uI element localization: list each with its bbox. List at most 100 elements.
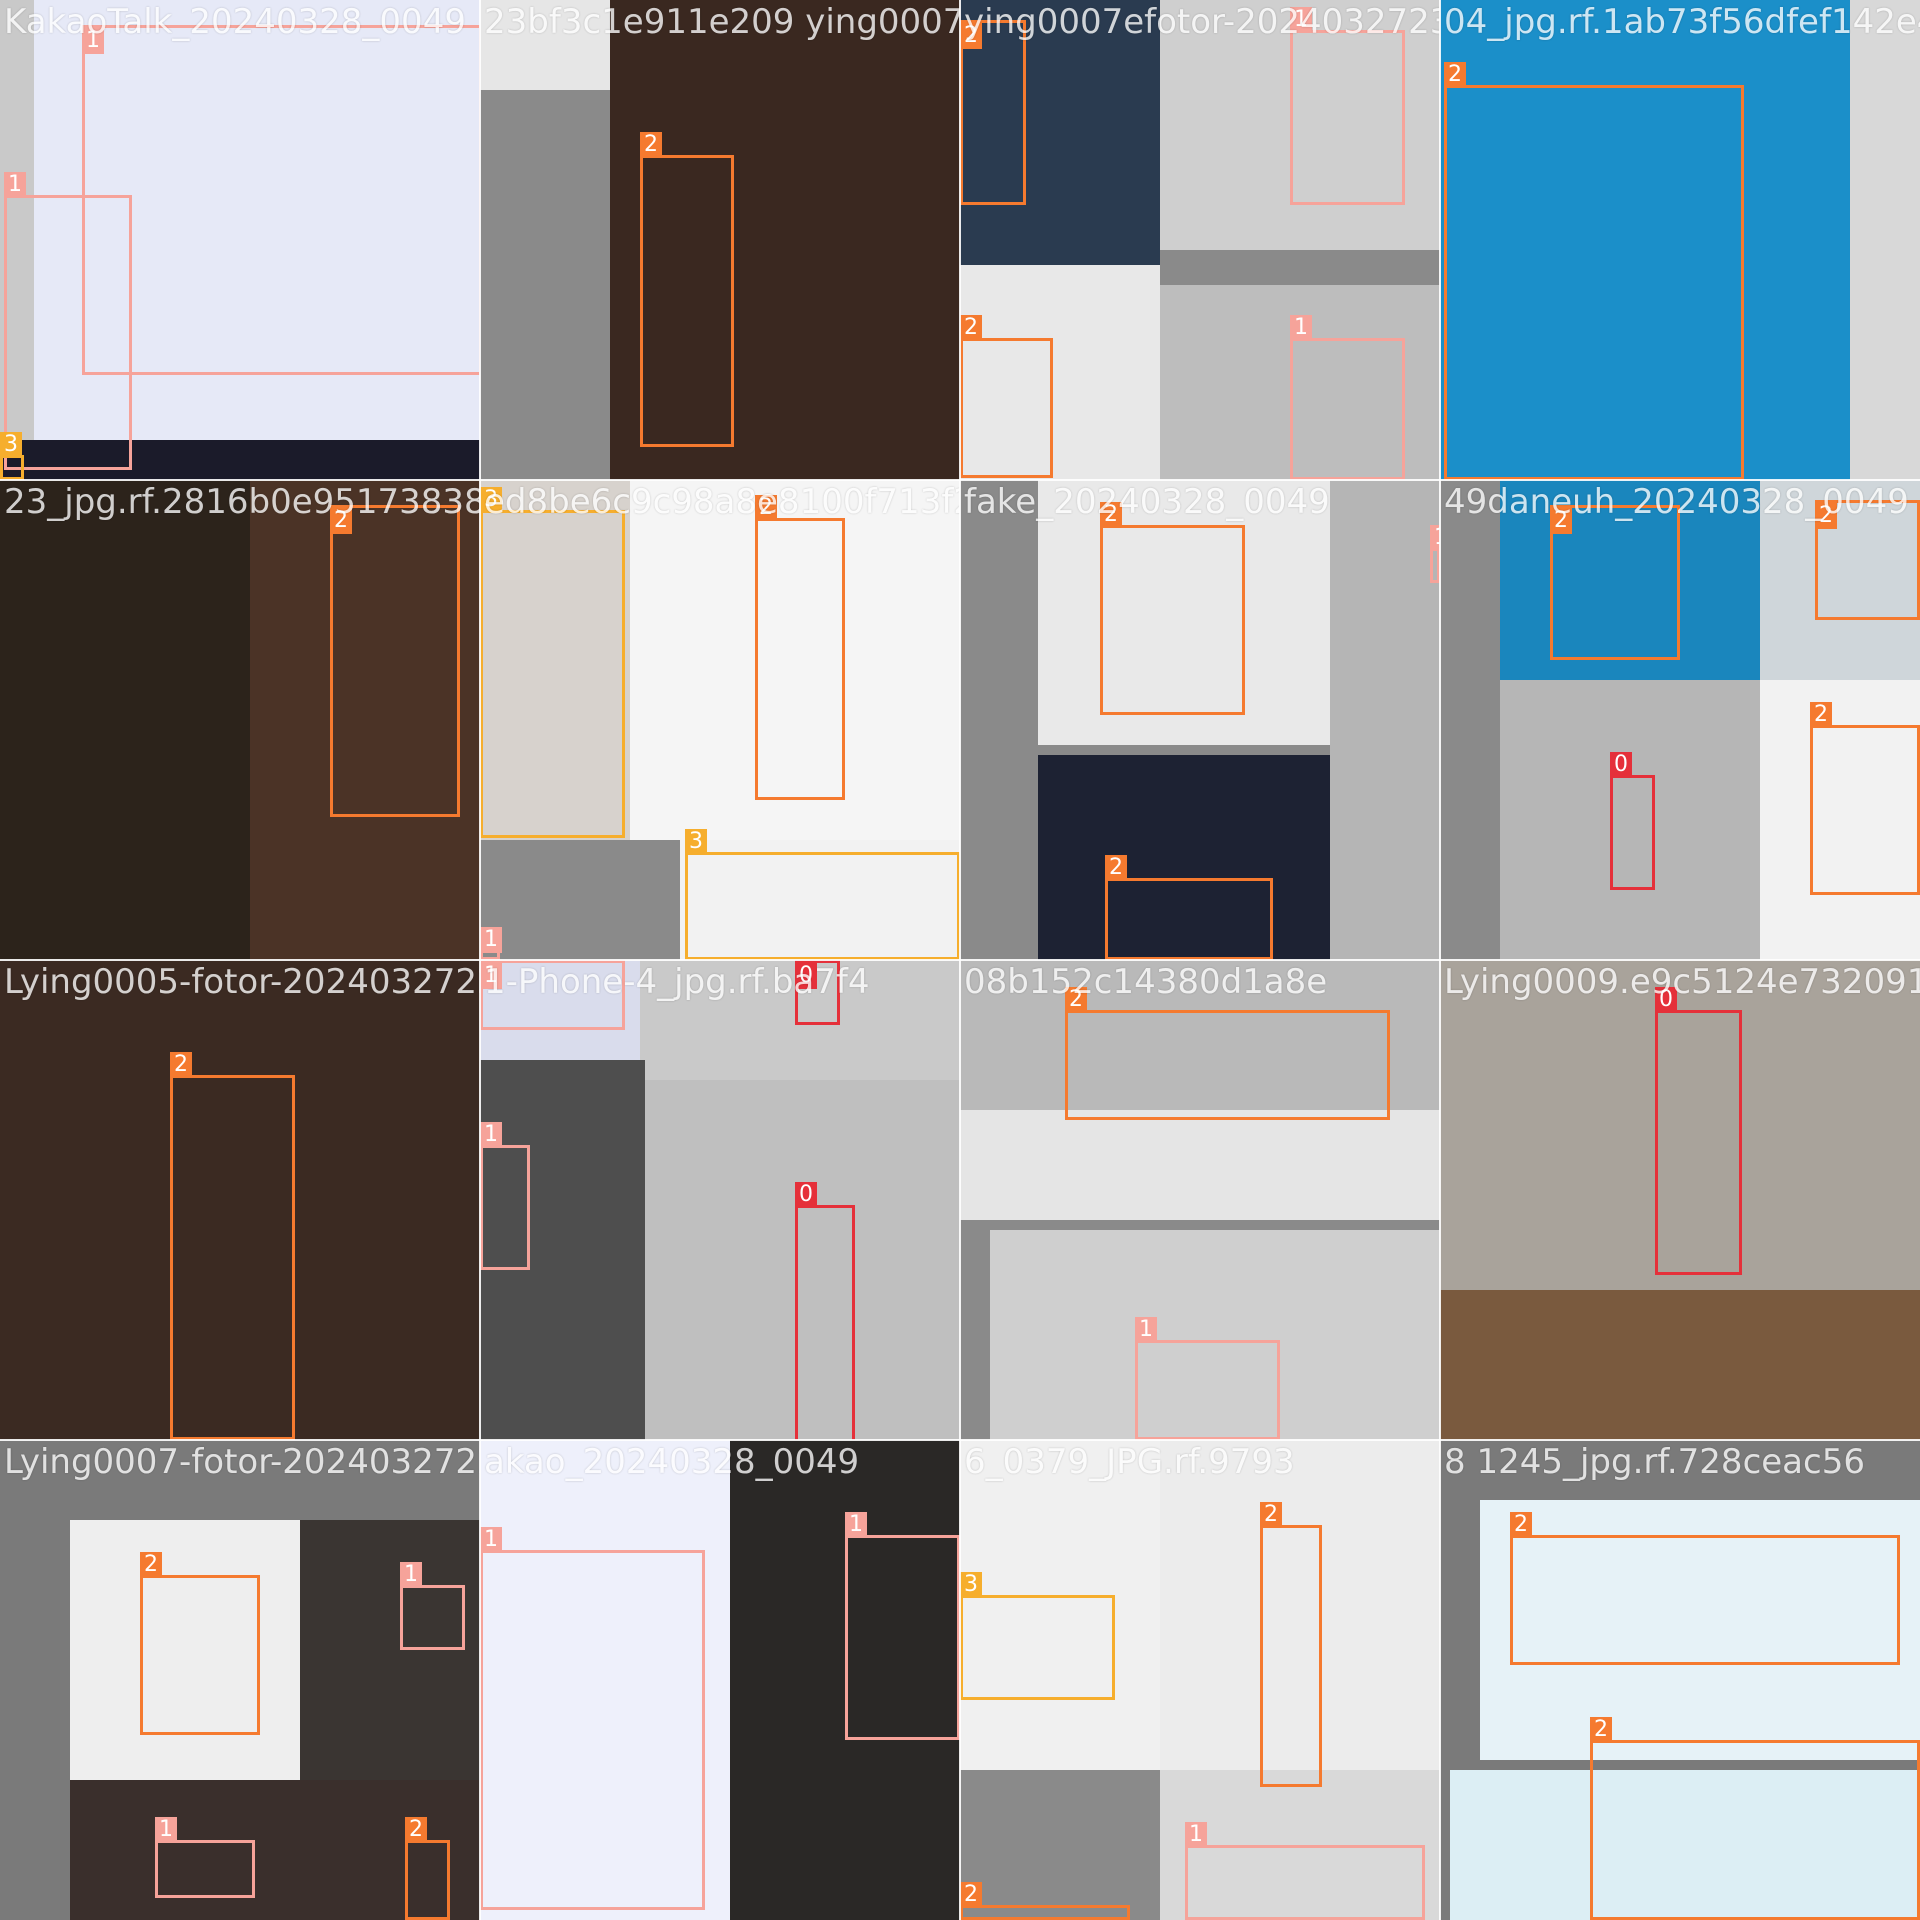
tile-divider xyxy=(0,1439,1920,1441)
bounding-box: 2 xyxy=(960,315,1053,478)
class-label: 1 xyxy=(1135,1317,1157,1343)
bounding-box: 2 xyxy=(1590,1717,1920,1920)
class-label: 2 xyxy=(960,315,982,341)
sub-image xyxy=(300,1520,480,1780)
bounding-box: 2 xyxy=(1260,1502,1322,1787)
bounding-box: 2 xyxy=(1550,505,1680,660)
mosaic-tile: 2 04_jpg.rf.1ab73f56dfef142e4d xyxy=(1440,0,1920,480)
bounding-box: 2 xyxy=(1065,987,1390,1120)
class-label: 2 xyxy=(1815,503,1837,529)
sub-image xyxy=(1850,0,1920,480)
detection-mosaic: 1 1 3 KakaoTalk_20240328_0049 2 23bf3c1e911e2… xyxy=(0,0,1920,1920)
class-label: 1 xyxy=(845,1512,867,1538)
bounding-box: 1 xyxy=(480,1122,530,1270)
class-label: 0 xyxy=(1655,987,1677,1013)
bounding-box: 2 xyxy=(1815,500,1920,620)
bounding-box: 1 xyxy=(480,1527,705,1910)
class-label: 2 xyxy=(1065,987,1087,1013)
class-label: 1 xyxy=(4,172,26,198)
class-label: 2 xyxy=(960,23,982,49)
class-label: 1 xyxy=(400,1562,422,1588)
class-label: 3 xyxy=(0,432,22,458)
mosaic-tile: 223bf3c1e911e209 ying0007efotor-20240327… xyxy=(480,0,960,480)
bounding-box: 2 xyxy=(1510,1512,1900,1665)
mosaic-tile: 2 1 08b152c14380d1a8e xyxy=(960,960,1440,1440)
mosaic-tile: 228 1245_jpg.rf.728ceac56 xyxy=(1440,1440,1920,1920)
tile-divider xyxy=(1439,0,1441,1920)
class-label: 2 xyxy=(330,508,352,534)
bounding-box: 2 xyxy=(330,505,460,817)
bounding-box: 1 xyxy=(82,25,480,375)
class-label: 1 xyxy=(1290,7,1312,33)
bounding-box: 1 xyxy=(1290,7,1405,205)
bounding-box: 1 xyxy=(845,1512,960,1740)
class-label: 2 xyxy=(1810,702,1832,728)
mosaic-tile: 2 1 1 2 Lying0007-fotor-20240327223 xyxy=(0,1440,480,1920)
sub-image xyxy=(480,0,610,90)
class-label: 2 xyxy=(405,1817,427,1843)
bounding-box: 2 xyxy=(1105,855,1273,960)
class-label: 1 xyxy=(1185,1822,1207,1848)
class-label: 2 xyxy=(1100,502,1122,528)
bounding-box: 3 xyxy=(960,1572,1115,1700)
mosaic-tile: 2 23_jpg.rf.2816b0e95173838 xyxy=(0,480,480,960)
bounding-box: 1 xyxy=(155,1817,255,1898)
bounding-box: 2 xyxy=(960,1882,1130,1920)
bounding-box: 1 xyxy=(480,960,625,1030)
bounding-box: 0 xyxy=(795,960,840,1025)
class-label: 2 xyxy=(1590,1717,1612,1743)
class-label: 2 xyxy=(640,132,662,158)
bounding-box: 1 xyxy=(400,1562,465,1650)
mosaic-tile: 1 0 1 0 1-Phone-4_jpg.rf.ba7f4 xyxy=(480,960,960,1440)
bounding-box: 3 xyxy=(480,487,625,838)
bounding-box: 2 xyxy=(1100,502,1245,715)
mosaic-tile: 3 2 1 2 6_0379_JPG.rf.9793 xyxy=(960,1440,1440,1920)
class-label: 1 xyxy=(480,927,502,953)
class-label: 1 xyxy=(155,1817,177,1843)
bounding-box: 2 xyxy=(1810,702,1920,895)
class-label: 2 xyxy=(960,1882,982,1908)
bounding-box: 2 xyxy=(140,1552,260,1735)
sub-image xyxy=(960,1110,1440,1220)
class-label: 1 xyxy=(1290,315,1312,341)
class-label: 2 xyxy=(755,495,777,521)
mosaic-tile: 221fake_20240328_0049 xyxy=(960,480,1440,960)
class-label: 0 xyxy=(795,1182,817,1208)
mosaic-tile: 2 2 1 1 ying0007efotor-20240327233 xyxy=(960,0,1440,480)
class-label: 2 xyxy=(170,1052,192,1078)
class-label: 1 xyxy=(82,28,104,54)
class-label: 2 xyxy=(1260,1502,1282,1528)
bounding-box: 1 xyxy=(1135,1317,1280,1440)
bounding-box: 0 xyxy=(1655,987,1742,1275)
class-label: 1 xyxy=(480,963,502,989)
mosaic-tile: 2 Lying0005-fotor-20240327223 xyxy=(0,960,480,1440)
bounding-box: 0 xyxy=(1610,752,1655,890)
class-label: 2 xyxy=(1510,1512,1532,1538)
class-label: 1 xyxy=(480,1527,502,1553)
mosaic-tile: 0 Lying0009.e9c5124e732091a xyxy=(1440,960,1920,1440)
class-label: 2 xyxy=(1105,855,1127,881)
class-label: 2 xyxy=(1444,62,1466,88)
bounding-box: 2 xyxy=(960,20,1026,205)
class-label: 3 xyxy=(960,1572,982,1598)
class-label: 3 xyxy=(685,829,707,855)
bounding-box: 0 xyxy=(795,1182,855,1440)
sub-image xyxy=(1440,1290,1920,1440)
bounding-box: 1 xyxy=(4,172,132,470)
bounding-box: 3 xyxy=(685,829,960,960)
bounding-box: 2 xyxy=(170,1052,295,1440)
sub-image xyxy=(1330,480,1440,960)
bounding-box: 2 xyxy=(405,1817,450,1920)
mosaic-tile: 1 1 3 KakaoTalk_20240328_0049 xyxy=(0,0,480,480)
sub-image xyxy=(0,480,250,960)
bounding-box: 2 xyxy=(755,495,845,800)
class-label: 1 xyxy=(480,1122,502,1148)
class-label: 2 xyxy=(140,1552,162,1578)
class-label: 2 xyxy=(1550,508,1572,534)
class-label: 3 xyxy=(480,487,502,513)
class-label: 0 xyxy=(1610,752,1632,778)
class-label: 0 xyxy=(795,963,817,989)
bounding-box: 2 xyxy=(1444,62,1744,480)
mosaic-tile: 3 2 3 1 ed8be6c9c98a8e8100f713f2 xyxy=(480,480,960,960)
bounding-box: 1 xyxy=(1185,1822,1425,1920)
